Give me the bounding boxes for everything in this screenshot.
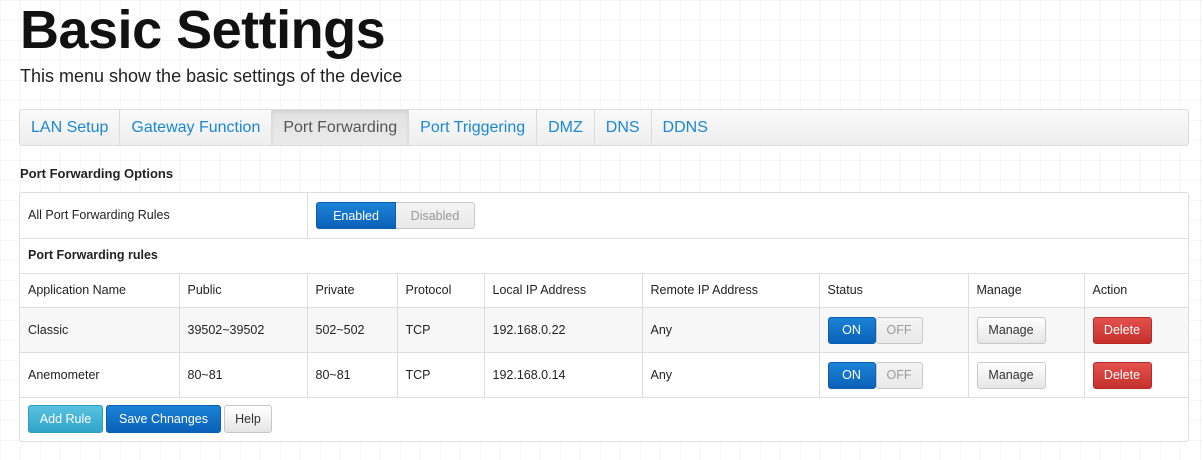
cell-local-ip: 192.168.0.14 — [483, 352, 642, 398]
column-header-remote-ip: Remote IP Address — [641, 273, 819, 308]
save-changes-button[interactable]: Save Chnanges — [106, 405, 221, 433]
delete-button[interactable]: Delete — [1092, 361, 1152, 389]
manage-button[interactable]: Manage — [976, 316, 1046, 344]
cell-action: Delete — [1083, 352, 1188, 398]
page-subtitle: This menu show the basic settings of the… — [20, 66, 403, 86]
footer-actions: Add Rule Save Chnanges Help — [28, 405, 272, 433]
column-header-manage: Manage — [967, 273, 1084, 308]
status-off-button[interactable]: OFF — [875, 361, 923, 389]
column-header-private: Private — [306, 273, 397, 308]
tab-port-triggering[interactable]: Port Triggering — [409, 110, 538, 145]
cell-remote-ip: Any — [641, 307, 819, 353]
cell-private: 80~81 — [306, 352, 397, 398]
tab-ddns[interactable]: DDNS — [652, 110, 719, 145]
settings-tabs: LAN Setup Gateway Function Port Forwardi… — [19, 109, 1189, 146]
cell-private: 502~502 — [306, 307, 397, 353]
all-rules-toggle: Enabled Disabled — [316, 202, 475, 229]
table-row: Classic 39502~39502 502~502 TCP 192.168.… — [20, 307, 1188, 353]
port-forwarding-rules-table: Application Name Public Private Protocol… — [20, 273, 1188, 398]
option-divider — [307, 193, 308, 238]
all-rules-option-row: All Port Forwarding Rules Enabled Disabl… — [20, 193, 1188, 239]
column-header-action: Action — [1083, 273, 1188, 308]
cell-public: 39502~39502 — [178, 307, 307, 353]
cell-public: 80~81 — [178, 352, 307, 398]
port-forwarding-panel: All Port Forwarding Rules Enabled Disabl… — [19, 192, 1189, 442]
column-header-protocol: Protocol — [396, 273, 484, 308]
tab-gateway-function[interactable]: Gateway Function — [120, 110, 273, 145]
cell-status: ON OFF — [818, 307, 968, 353]
enabled-button[interactable]: Enabled — [316, 202, 396, 229]
add-rule-button[interactable]: Add Rule — [28, 405, 103, 433]
column-header-public: Public — [178, 273, 307, 308]
rules-title-row: Port Forwarding rules — [20, 238, 1188, 274]
cell-protocol: TCP — [396, 352, 484, 398]
column-header-local-ip: Local IP Address — [483, 273, 642, 308]
disabled-button[interactable]: Disabled — [396, 202, 475, 229]
cell-status: ON OFF — [818, 352, 968, 398]
tab-dns[interactable]: DNS — [595, 110, 652, 145]
cell-remote-ip: Any — [641, 352, 819, 398]
rules-title: Port Forwarding rules — [28, 248, 158, 262]
cell-manage: Manage — [967, 307, 1084, 353]
column-header-application-name: Application Name — [20, 273, 179, 308]
status-off-button[interactable]: OFF — [875, 316, 923, 344]
column-header-status: Status — [818, 273, 968, 308]
cell-local-ip: 192.168.0.22 — [483, 307, 642, 353]
table-row: Anemometer 80~81 80~81 TCP 192.168.0.14 … — [20, 352, 1188, 398]
status-on-button[interactable]: ON — [827, 361, 876, 389]
status-toggle: ON OFF — [827, 361, 960, 389]
tab-lan-setup[interactable]: LAN Setup — [20, 110, 121, 145]
page-title: Basic Settings — [20, 0, 386, 60]
tab-dmz[interactable]: DMZ — [537, 110, 595, 145]
all-rules-label: All Port Forwarding Rules — [28, 208, 170, 222]
tab-port-forwarding[interactable]: Port Forwarding — [272, 110, 410, 145]
cell-application-name: Classic — [20, 307, 179, 353]
delete-button[interactable]: Delete — [1092, 316, 1152, 344]
status-on-button[interactable]: ON — [827, 316, 876, 344]
status-toggle: ON OFF — [827, 316, 960, 344]
cell-protocol: TCP — [396, 307, 484, 353]
cell-action: Delete — [1083, 307, 1188, 353]
port-forwarding-options-heading: Port Forwarding Options — [20, 166, 174, 181]
cell-application-name: Anemometer — [20, 352, 179, 398]
help-button[interactable]: Help — [224, 405, 272, 433]
manage-button[interactable]: Manage — [976, 361, 1046, 389]
cell-manage: Manage — [967, 352, 1084, 398]
table-header-row: Application Name Public Private Protocol… — [20, 273, 1188, 308]
